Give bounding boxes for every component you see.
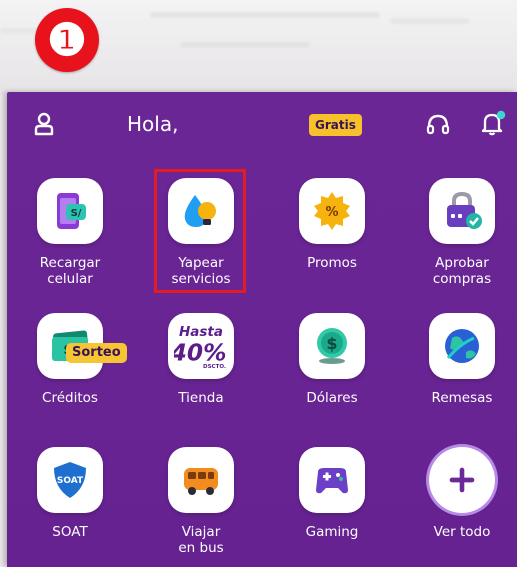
tile-label: Recargar celular bbox=[39, 255, 101, 287]
greeting-text: Hola, bbox=[127, 112, 179, 136]
tile-soat[interactable]: SOAT SOAT bbox=[10, 447, 130, 540]
phone-recharge-icon: S/ bbox=[57, 193, 86, 229]
tile-label: Gaming bbox=[305, 524, 359, 540]
tile-label: SOAT bbox=[52, 524, 88, 540]
headset-icon[interactable] bbox=[425, 112, 451, 138]
header-bar: Hola, Gratis bbox=[7, 92, 517, 154]
tile-label: Dólares bbox=[306, 390, 358, 406]
svg-text:S/: S/ bbox=[71, 208, 82, 219]
tile-viajar-en-bus[interactable]: Viajar en bus bbox=[141, 447, 261, 556]
step-number-badge: ❶ bbox=[35, 8, 99, 72]
svg-text:DSCTO.: DSCTO. bbox=[203, 364, 226, 370]
gamepad-icon bbox=[316, 468, 348, 494]
promo-badge-icon: % bbox=[314, 192, 350, 230]
tile-label: Ver todo bbox=[433, 524, 491, 540]
tile-tienda[interactable]: Hasta 40% DSCTO. Tienda bbox=[141, 313, 261, 406]
tile-label: Aprobar compras bbox=[432, 255, 492, 287]
user-icon[interactable] bbox=[34, 112, 54, 136]
sorteo-badge: Sorteo bbox=[66, 343, 127, 363]
tile-label: Remesas bbox=[431, 390, 493, 406]
svg-text:%: % bbox=[325, 205, 338, 220]
tile-dolares[interactable]: $ Dólares bbox=[272, 313, 392, 406]
highlight-box bbox=[154, 169, 246, 293]
store-discount-icon: Hasta 40% DSCTO. bbox=[174, 324, 226, 370]
tile-label: Créditos bbox=[42, 390, 98, 406]
soat-shield-icon: SOAT bbox=[54, 462, 86, 498]
tile-label: Promos bbox=[307, 255, 357, 271]
svg-text:40%: 40% bbox=[174, 340, 226, 367]
tile-ver-todo[interactable]: Ver todo bbox=[402, 447, 517, 540]
app-screen: Hola, Gratis S/ Recargar celular Yapear … bbox=[7, 92, 517, 567]
tile-remesas[interactable]: Remesas bbox=[402, 313, 517, 406]
bus-icon bbox=[184, 468, 218, 495]
svg-text:Hasta: Hasta bbox=[179, 324, 223, 340]
tile-promos[interactable]: % Promos bbox=[272, 178, 392, 271]
dollar-coin-icon: $ bbox=[317, 328, 347, 364]
svg-text:SOAT: SOAT bbox=[57, 476, 84, 486]
tile-gaming[interactable]: Gaming bbox=[272, 447, 392, 540]
tile-aprobar-compras[interactable]: Aprobar compras bbox=[402, 178, 517, 287]
tile-label: Viajar en bus bbox=[178, 524, 224, 556]
gratis-badge[interactable]: Gratis bbox=[309, 114, 362, 136]
bell-icon[interactable] bbox=[479, 109, 507, 137]
secure-card-icon bbox=[447, 191, 482, 229]
plus-icon bbox=[449, 467, 475, 493]
globe-icon bbox=[445, 329, 479, 363]
svg-text:$: $ bbox=[326, 334, 337, 353]
tile-recargar-celular[interactable]: S/ Recargar celular bbox=[10, 178, 130, 287]
tile-label: Tienda bbox=[178, 390, 224, 406]
